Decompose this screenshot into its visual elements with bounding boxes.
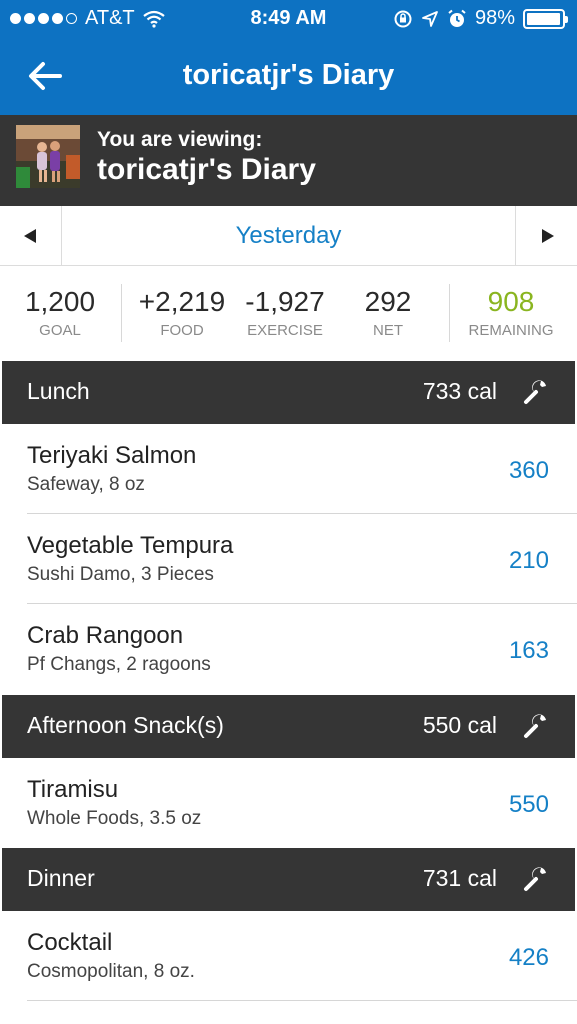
food-description: Whole Foods, 3.5 oz [27,808,202,829]
alarm-icon [448,9,466,27]
summary-remaining: 908 REMAINING [458,286,564,339]
next-day-button[interactable] [515,206,577,266]
location-arrow-icon [422,10,438,27]
meal-header-lunch: Lunch 733 cal [2,361,575,424]
date-navigation: Yesterday [0,206,577,266]
food-description: Pf Changs, 2 ragoons [27,654,211,675]
viewing-banner: You are viewing: toricatjr's Diary [0,115,577,206]
food-item-teriyaki-salmon[interactable]: Teriyaki Salmon Safeway, 8 oz 360 [0,424,577,514]
food-name: Teriyaki Salmon [27,442,197,469]
remaining-label: REMAINING [468,322,554,339]
food-value: +2,219 [138,286,226,317]
summary-goal: 1,200 GOAL [12,286,108,339]
meal-header-afternoon-snack: Afternoon Snack(s) 550 cal [2,695,575,758]
exercise-value: -1,927 [245,286,325,317]
avatar[interactable] [16,125,80,188]
food-calories: 550 [508,791,549,818]
wrench-icon[interactable] [521,864,551,894]
viewing-name: toricatjr's Diary [97,153,316,186]
food-label: FOOD [160,322,204,339]
page-title: toricatjr's Diary [182,59,395,91]
triangle-left-icon [24,229,36,243]
food-name: Cocktail [27,929,113,956]
rotation-lock-icon [394,10,412,27]
previous-day-button[interactable] [0,206,62,266]
net-label: NET [373,322,403,339]
meal-name: Afternoon Snack(s) [27,712,224,738]
food-description: Safeway, 8 oz [27,474,145,495]
summary-net: 292 NET [344,286,432,339]
food-name: Tiramisu [27,776,119,803]
wrench-icon[interactable] [521,711,551,741]
wrench-icon[interactable] [521,377,551,407]
battery-icon [523,8,568,29]
calorie-summary: 1,200 GOAL +2,219 FOOD -1,927 EXERCISE 2… [0,266,577,360]
food-name: Crab Rangoon [27,622,184,649]
meal-name: Lunch [27,378,90,404]
summary-exercise: -1,927 EXERCISE [236,286,334,339]
food-item-tiramisu[interactable]: Tiramisu Whole Foods, 3.5 oz 550 [0,758,577,848]
nav-bar: toricatjr's Diary [0,38,577,115]
net-value: 292 [364,286,412,317]
food-calories: 360 [508,457,549,484]
exercise-label: EXERCISE [247,322,323,339]
status-bar: AT&T 8:49 AM 98% [0,0,577,38]
date-label[interactable]: Yesterday [62,206,515,266]
food-item-crab-rangoon[interactable]: Crab Rangoon Pf Changs, 2 ragoons 163 [0,604,577,694]
triangle-right-icon [542,229,554,243]
food-name: Vegetable Tempura [27,532,234,559]
food-calories: 426 [508,944,549,971]
goal-label: GOAL [39,322,81,339]
summary-divider [449,284,450,342]
summary-divider [121,284,122,342]
food-description: Sushi Damo, 3 Pieces [27,564,214,585]
status-right: 98% [393,7,568,30]
goal-value: 1,200 [24,286,96,317]
meal-header-dinner: Dinner 731 cal [2,848,575,911]
food-calories: 163 [508,637,549,664]
row-divider [27,1000,577,1001]
food-item-cocktail[interactable]: Cocktail Cosmopolitan, 8 oz. 426 [0,911,577,1001]
summary-food: +2,219 FOOD [133,286,231,339]
meal-calories: 731 cal [422,865,497,891]
remaining-value: 908 [487,286,535,317]
battery-fill [527,12,561,25]
food-description: Cosmopolitan, 8 oz. [27,961,195,982]
viewing-label: You are viewing: [97,128,263,151]
food-item-vegetable-tempura[interactable]: Vegetable Tempura Sushi Damo, 3 Pieces 2… [0,514,577,604]
meal-calories: 550 cal [422,712,497,738]
meal-name: Dinner [27,865,95,891]
meal-calories: 733 cal [422,378,497,404]
battery-percent: 98% [474,7,515,29]
food-calories: 210 [508,547,549,574]
